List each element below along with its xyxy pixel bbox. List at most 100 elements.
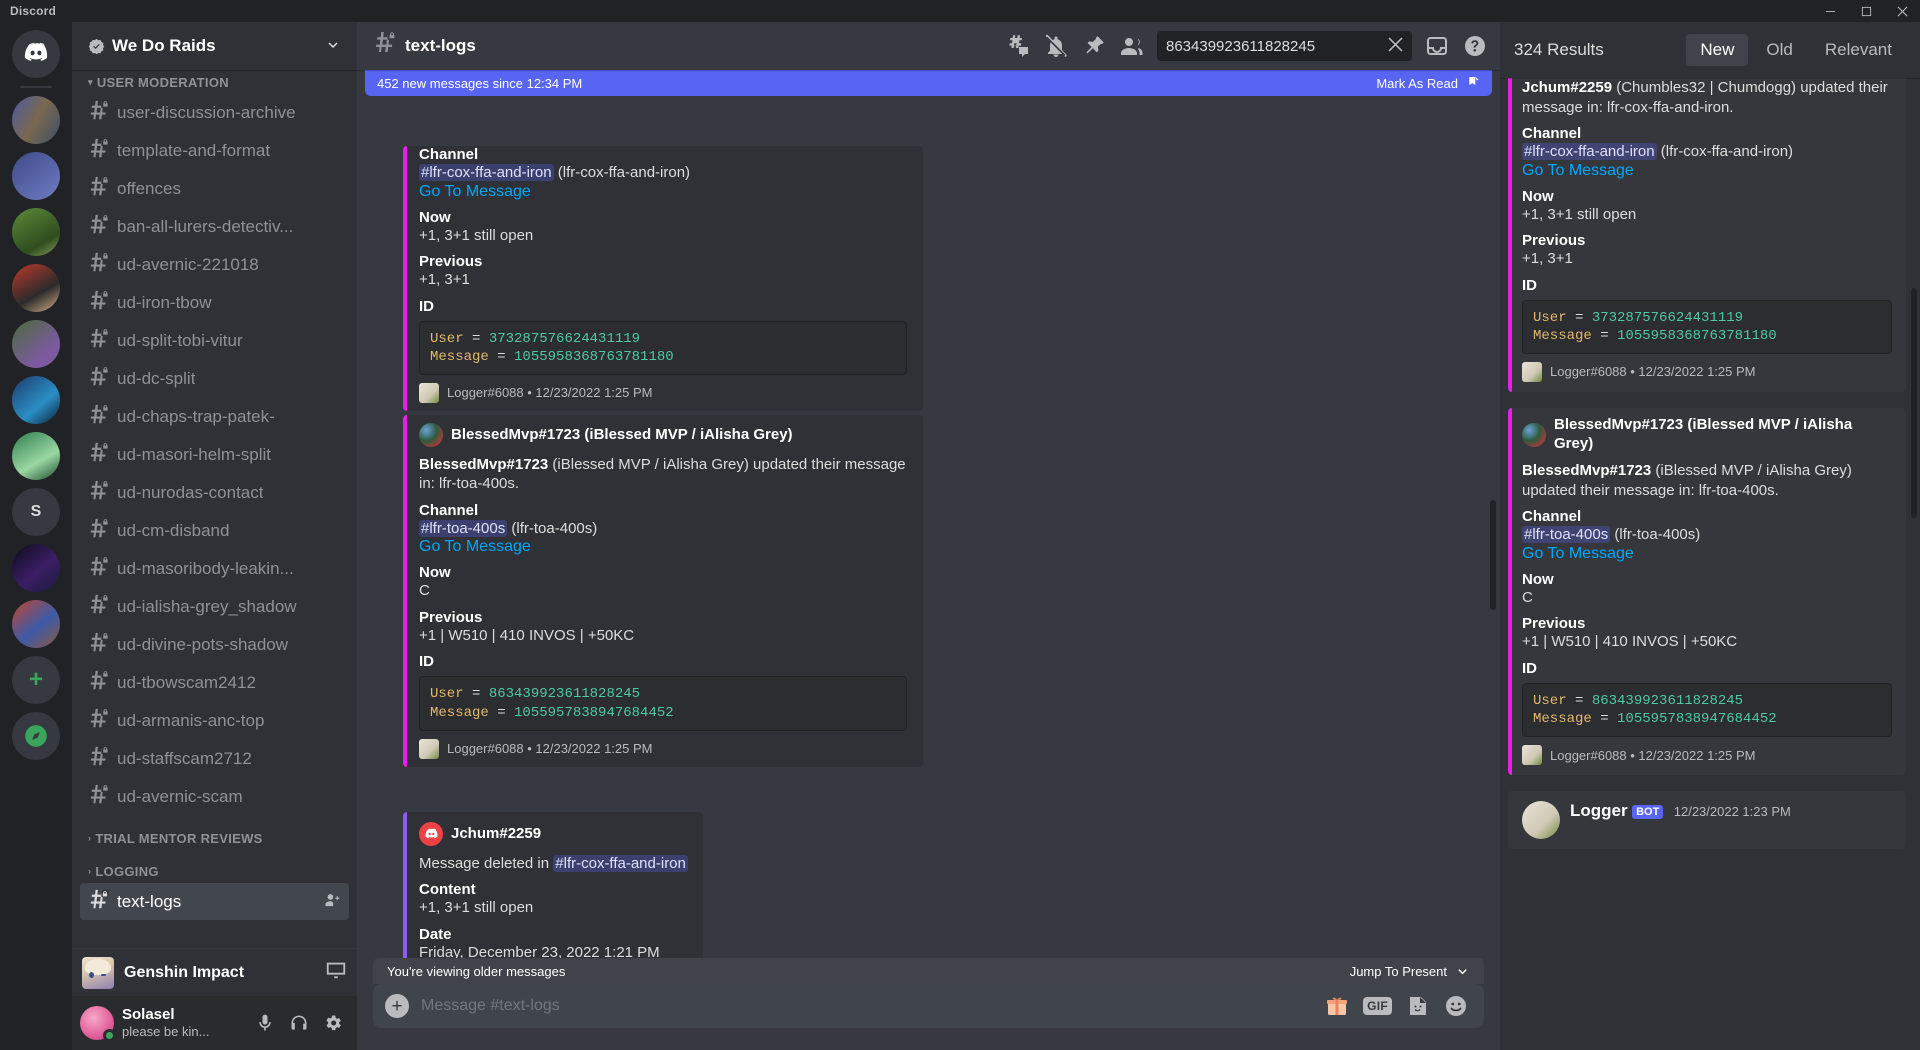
chevron-down-icon (1458, 968, 1467, 974)
go-to-message-link[interactable]: Go To Message (1522, 162, 1892, 180)
guild-icon-4[interactable] (12, 264, 60, 312)
guild-icon-1[interactable] (12, 96, 60, 144)
emoji-icon[interactable] (1444, 994, 1468, 1018)
sidebar-item-ud-cm-disband[interactable]: ud-cm-disband (80, 512, 349, 549)
message-scrollbar[interactable] (1490, 500, 1496, 610)
search-result-card[interactable]: BlessedMvp#1723 (iBlessed MVP / iAlisha … (1508, 407, 1906, 776)
search-input[interactable] (1166, 37, 1385, 55)
channel-sidebar: We Do Raids ▾ USER MODERATION user-discu… (72, 22, 357, 1050)
sidebar-item-user-discussion-archive[interactable]: user-discussion-archive (80, 94, 349, 131)
go-to-message-link[interactable]: Go To Message (419, 538, 907, 556)
category-user-moderation[interactable]: ▾ USER MODERATION (72, 72, 357, 93)
avatar[interactable] (419, 821, 443, 846)
sidebar-item-offences[interactable]: offences (80, 170, 349, 207)
add-member-icon[interactable] (324, 892, 341, 912)
channel-mention[interactable]: #lfr-toa-400s (1522, 526, 1611, 544)
sidebar-item-ud-armanis-anc-top[interactable]: ud-armanis-anc-top (80, 702, 349, 739)
go-to-message-link[interactable]: Go To Message (1522, 545, 1892, 563)
explore-servers-button[interactable] (12, 712, 60, 760)
message: BlessedMvp#1723 (iBlessed MVP / iAlisha … (357, 413, 1484, 769)
channel-mention[interactable]: #lfr-cox-ffa-and-iron (1522, 143, 1657, 160)
sidebar-item-ud-masori-helm-split[interactable]: ud-masori-helm-split (80, 436, 349, 473)
embed-author-name: BlessedMvp#1723 (iBlessed MVP / iAlisha … (1554, 415, 1853, 452)
search-result-card[interactable]: Chumdogg) Jchum#2259 (Chumbles32 | Chumd… (1508, 78, 1906, 392)
attach-file-button[interactable]: + (385, 994, 409, 1018)
sticker-icon[interactable] (1406, 994, 1430, 1018)
field-value: +1, 3+1 (1522, 250, 1573, 267)
sidebar-item-text-logs[interactable]: text-logs (80, 883, 349, 920)
close-button[interactable] (1884, 0, 1920, 22)
search-results-list[interactable]: Chumdogg) Jchum#2259 (Chumbles32 | Chumd… (1500, 78, 1920, 1050)
field-name: Now (1522, 570, 1554, 588)
chevron-down-icon[interactable] (325, 37, 341, 56)
sidebar-item-ud-nurodas-contact[interactable]: ud-nurodas-contact (80, 474, 349, 511)
sidebar-item-ud-dc-split[interactable]: ud-dc-split (80, 360, 349, 397)
go-to-message-link[interactable]: Go To Message (419, 183, 907, 201)
guild-icon-9[interactable] (12, 544, 60, 592)
notification-off-icon[interactable] (1039, 29, 1073, 63)
guild-icon-7[interactable] (12, 432, 60, 480)
threads-icon[interactable] (1001, 29, 1035, 63)
results-scrollbar[interactable] (1911, 288, 1917, 518)
avatar[interactable] (1522, 801, 1560, 840)
add-server-button[interactable]: + (12, 656, 60, 704)
category-logging[interactable]: › LOGGING (72, 849, 357, 882)
mute-microphone-button[interactable] (249, 1007, 281, 1039)
search-box[interactable] (1157, 31, 1412, 61)
tab-new[interactable]: New (1686, 34, 1749, 66)
mark-as-read-button[interactable]: Mark As Read (1376, 75, 1480, 91)
sidebar-item-ud-masoribody-leakin[interactable]: ud-masoribody-leakin... (80, 550, 349, 587)
guild-icon-10[interactable] (12, 600, 60, 648)
search-result-logger-row[interactable]: Logger BOT 12/23/2022 1:23 PM (1508, 791, 1906, 850)
sidebar-item-ud-tbowscam2412[interactable]: ud-tbowscam2412 (80, 664, 349, 701)
guild-header[interactable]: We Do Raids (72, 22, 357, 70)
message-input[interactable] (421, 986, 1314, 1026)
sidebar-item-ban-all-lurers-detectiv[interactable]: ban-all-lurers-detectiv... (80, 208, 349, 245)
channel-mention[interactable]: #lfr-cox-ffa-and-iron (419, 164, 554, 181)
sidebar-item-ud-avernic-scam[interactable]: ud-avernic-scam (80, 778, 349, 815)
sidebar-item-ud-split-tobi-vitur[interactable]: ud-split-tobi-vitur (80, 322, 349, 359)
members-icon[interactable] (1115, 29, 1149, 63)
minimize-button[interactable] (1812, 0, 1848, 22)
guild-home-button[interactable] (12, 30, 60, 78)
sidebar-item-template-and-format[interactable]: template-and-format (80, 132, 349, 169)
sidebar-item-ud-chaps-trap-patek-[interactable]: ud-chaps-trap-patek- (80, 398, 349, 435)
help-icon[interactable] (1458, 29, 1492, 63)
deafen-headphones-button[interactable] (283, 1007, 315, 1039)
maximize-button[interactable] (1848, 0, 1884, 22)
sidebar-item-ud-staffscam2712[interactable]: ud-staffscam2712 (80, 740, 349, 777)
message-list[interactable]: Channel #lfr-cox-ffa-and-iron (lfr-cox-f… (357, 70, 1500, 958)
screen-share-icon[interactable] (325, 959, 347, 986)
sidebar-item-ud-iron-tbow[interactable]: ud-iron-tbow (80, 284, 349, 321)
guild-icon-3[interactable] (12, 208, 60, 256)
avatar[interactable] (419, 422, 443, 447)
tab-relevant[interactable]: Relevant (1811, 34, 1906, 66)
guild-icon-8[interactable]: S (12, 488, 60, 536)
new-messages-bar[interactable]: 452 new messages since 12:34 PM Mark As … (365, 70, 1492, 96)
guild-icon-2[interactable] (12, 152, 60, 200)
gif-icon[interactable]: GIF (1363, 997, 1392, 1015)
pin-icon[interactable] (1077, 29, 1111, 63)
avatar[interactable] (1522, 422, 1546, 447)
sidebar-item-ud-avernic-221018[interactable]: ud-avernic-221018 (80, 246, 349, 283)
hash-lock-icon (88, 783, 110, 810)
guild-icon-5[interactable] (12, 320, 60, 368)
avatar[interactable] (80, 1006, 116, 1042)
activity-row[interactable]: Genshin Impact (72, 948, 357, 996)
inbox-icon[interactable] (1420, 29, 1454, 63)
channel-list[interactable]: ▾ USER MODERATION user-discussion-archiv… (72, 70, 357, 948)
guild-icon-6[interactable] (12, 376, 60, 424)
sidebar-item-ud-ialisha-greyshadow[interactable]: ud-ialisha-grey_shadow (80, 588, 349, 625)
viewing-older-messages-bar[interactable]: You're viewing older messages Jump To Pr… (373, 958, 1484, 984)
tab-old[interactable]: Old (1752, 34, 1806, 66)
channel-mention[interactable]: #lfr-cox-ffa-and-iron (553, 854, 688, 872)
clear-search-icon[interactable] (1385, 37, 1406, 56)
jump-to-present-button[interactable]: Jump To Present (1350, 964, 1470, 979)
hash-lock-icon (88, 365, 110, 392)
sidebar-item-ud-divine-pots-shadow[interactable]: ud-divine-pots-shadow (80, 626, 349, 663)
channel-mention[interactable]: #lfr-toa-400s (419, 519, 508, 537)
user-settings-gear-button[interactable] (317, 1007, 349, 1039)
category-trial-mentor-reviews[interactable]: › TRIAL MENTOR REVIEWS (72, 816, 357, 849)
gift-icon[interactable] (1325, 994, 1349, 1018)
embed-field: ID User = 373287576624431119 Message = 1… (1522, 277, 1892, 354)
